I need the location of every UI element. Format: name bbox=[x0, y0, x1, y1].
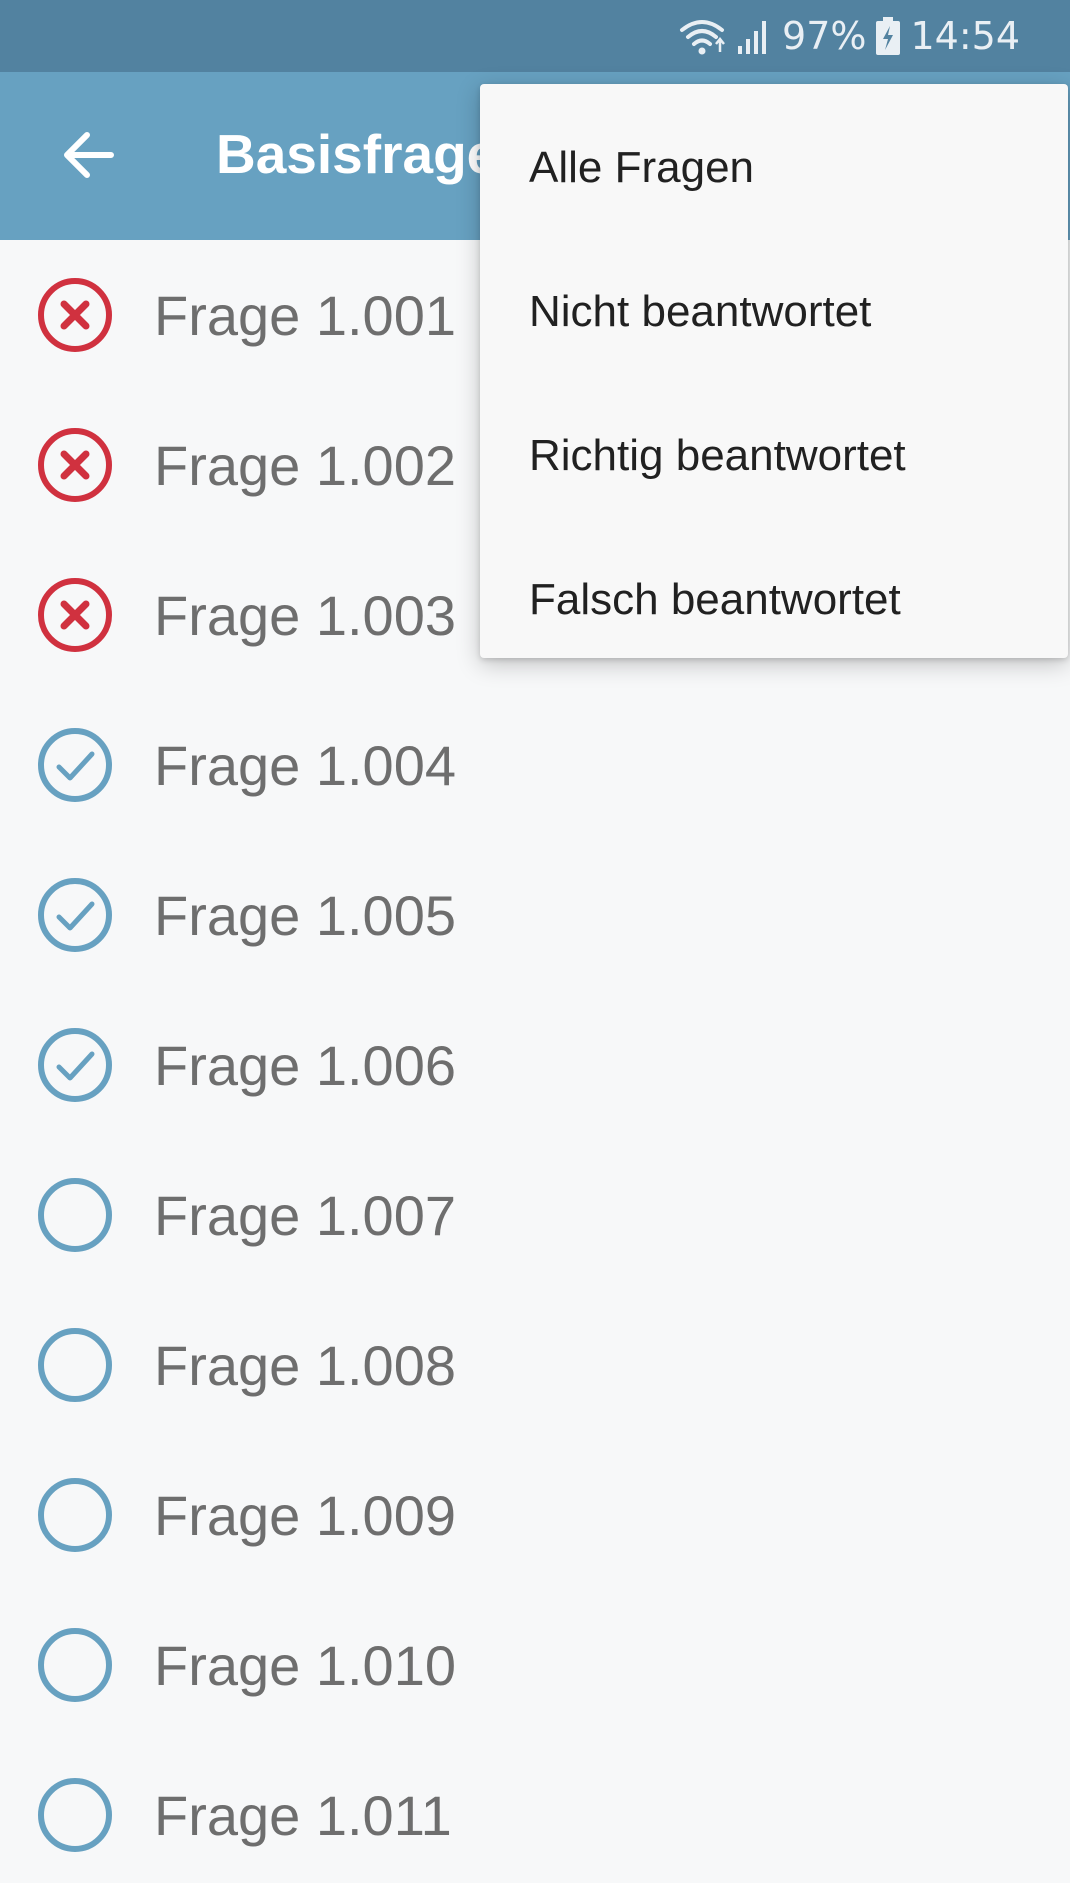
question-label: Frage 1.010 bbox=[154, 1633, 456, 1697]
status-icons: 97% 14:54 bbox=[678, 0, 1020, 72]
question-label: Frage 1.003 bbox=[154, 583, 456, 647]
wrong-icon bbox=[36, 426, 114, 504]
screen: 97% 14:54 Basisfragen Frage 1.001 Frage 1… bbox=[0, 0, 1070, 1883]
menu-item-nicht-beantwortet[interactable]: Nicht beantwortet bbox=[480, 240, 1068, 384]
battery-charging-icon bbox=[876, 17, 901, 55]
wrong-icon bbox=[36, 576, 114, 654]
back-button[interactable] bbox=[44, 112, 134, 202]
unanswered-circle-icon bbox=[36, 1326, 114, 1404]
check-icon bbox=[36, 726, 114, 804]
list-item[interactable]: Frage 1.007 bbox=[0, 1140, 1070, 1290]
unanswered-circle-icon bbox=[36, 1776, 114, 1854]
list-item[interactable]: Frage 1.009 bbox=[0, 1440, 1070, 1590]
wrong-icon bbox=[36, 276, 114, 354]
list-item[interactable]: Frage 1.010 bbox=[0, 1590, 1070, 1740]
question-label: Frage 1.007 bbox=[154, 1183, 456, 1247]
wifi-icon bbox=[678, 16, 726, 56]
list-item[interactable]: Frage 1.006 bbox=[0, 990, 1070, 1140]
menu-item-richtig-beantwortet[interactable]: Richtig beantwortet bbox=[480, 384, 1068, 528]
arrow-left-icon bbox=[63, 131, 115, 183]
question-label: Frage 1.006 bbox=[154, 1033, 456, 1097]
list-item[interactable]: Frage 1.005 bbox=[0, 840, 1070, 990]
question-label: Frage 1.005 bbox=[154, 883, 456, 947]
question-label: Frage 1.011 bbox=[154, 1783, 452, 1847]
question-label: Frage 1.009 bbox=[154, 1483, 456, 1547]
status-bar: 97% 14:54 bbox=[0, 0, 1070, 72]
unanswered-circle-icon bbox=[36, 1176, 114, 1254]
question-label: Frage 1.008 bbox=[154, 1333, 456, 1397]
list-item[interactable]: Frage 1.008 bbox=[0, 1290, 1070, 1440]
battery-percent: 97% bbox=[782, 14, 867, 58]
filter-menu: Alle Fragen Nicht beantwortet Richtig be… bbox=[480, 84, 1068, 658]
list-item[interactable]: Frage 1.011 bbox=[0, 1740, 1070, 1883]
menu-item-alle-fragen[interactable]: Alle Fragen bbox=[480, 96, 1068, 240]
question-label: Frage 1.001 bbox=[154, 283, 456, 347]
question-label: Frage 1.004 bbox=[154, 733, 456, 797]
check-icon bbox=[36, 876, 114, 954]
signal-icon bbox=[736, 16, 772, 56]
unanswered-circle-icon bbox=[36, 1626, 114, 1704]
question-label: Frage 1.002 bbox=[154, 433, 456, 497]
list-item[interactable]: Frage 1.004 bbox=[0, 690, 1070, 840]
unanswered-circle-icon bbox=[36, 1476, 114, 1554]
clock: 14:54 bbox=[910, 14, 1020, 58]
check-icon bbox=[36, 1026, 114, 1104]
menu-item-falsch-beantwortet[interactable]: Falsch beantwortet bbox=[480, 528, 1068, 672]
